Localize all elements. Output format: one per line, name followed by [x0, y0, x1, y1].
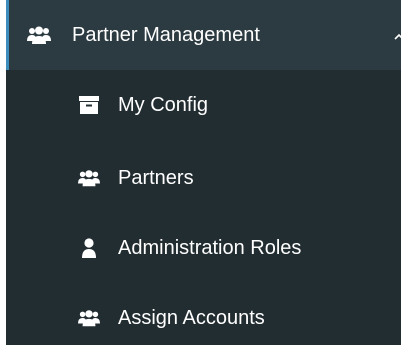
users-icon [27, 26, 51, 44]
users-icon [78, 168, 100, 188]
page-frame: Partner Management My Config Partners Ad… [0, 0, 401, 345]
sidebar-group-partner-management[interactable]: Partner Management [6, 0, 401, 70]
sidebar-group-label: Partner Management [72, 24, 260, 46]
chevron-up-icon[interactable] [394, 29, 401, 40]
sidebar-item-label: Partners [118, 167, 194, 189]
sidebar-menu: Partner Management My Config Partners Ad… [6, 0, 401, 345]
users-icon [78, 308, 100, 328]
sidebar-item-my-config[interactable]: My Config [6, 70, 401, 140]
sidebar-submenu: My Config Partners Administration Roles … [6, 70, 401, 345]
sidebar-item-label: Assign Accounts [118, 307, 265, 329]
archive-box-icon [78, 95, 100, 115]
sidebar-item-administration-roles[interactable]: Administration Roles [6, 213, 401, 283]
sidebar-item-label: My Config [118, 94, 209, 116]
sidebar-item-partners[interactable]: Partners [6, 143, 401, 213]
sidebar-item-assign-accounts[interactable]: Assign Accounts [6, 283, 401, 353]
user-icon [78, 238, 100, 258]
sidebar-item-label: Administration Roles [118, 237, 302, 259]
